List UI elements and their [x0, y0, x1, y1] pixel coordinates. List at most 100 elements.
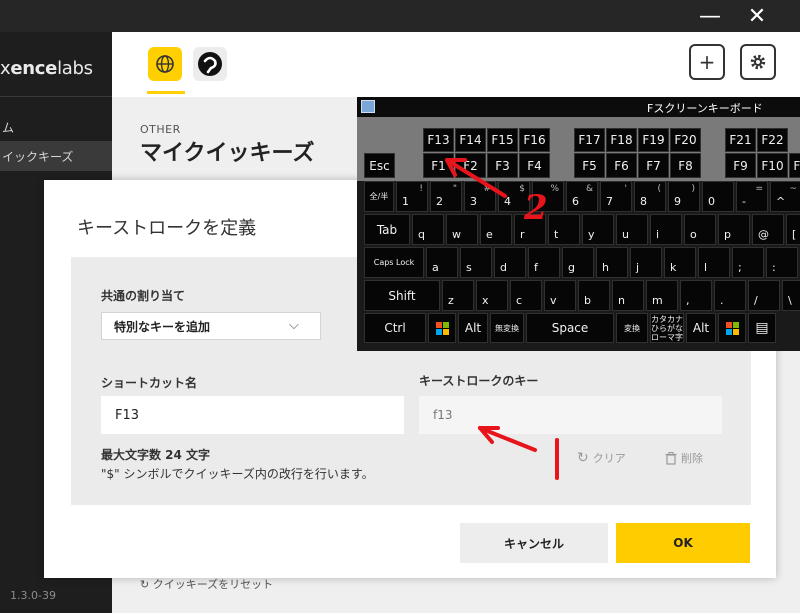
key-f16[interactable]: F16 — [519, 128, 550, 152]
keystroke-input[interactable] — [419, 396, 722, 434]
shortcut-name-input[interactable] — [101, 396, 404, 434]
assign-select[interactable]: 特別なキーを追加 — [101, 312, 321, 340]
key-h[interactable]: h — [596, 247, 628, 278]
key-f2[interactable]: F2 — [455, 153, 486, 178]
key-q[interactable]: q — [412, 214, 444, 245]
key-c[interactable]: c — [510, 280, 542, 311]
key-num-5[interactable]: 5% — [532, 181, 564, 212]
key-num-zenkaku[interactable]: 全/半 — [364, 181, 394, 212]
key-o[interactable]: o — [684, 214, 716, 245]
key-k[interactable]: k — [664, 247, 696, 278]
key-f14[interactable]: F14 — [455, 128, 486, 152]
key-f9[interactable]: F9 — [725, 153, 756, 178]
key-henkan[interactable]: 変換 — [616, 313, 648, 343]
key-symbol[interactable]: . — [714, 280, 746, 311]
app-globe-button[interactable] — [148, 47, 182, 81]
key-ctrl[interactable]: Ctrl — [364, 313, 426, 343]
key-f22[interactable]: F22 — [757, 128, 788, 152]
key-menu[interactable]: ▤ — [748, 313, 776, 343]
add-button[interactable]: + — [689, 44, 725, 80]
key-f4[interactable]: F4 — [519, 153, 550, 178]
key-w[interactable]: w — [446, 214, 478, 245]
key-num-0[interactable]: 0 — [702, 181, 734, 212]
key-symbol[interactable]: / — [748, 280, 780, 311]
key-space[interactable]: Space — [526, 313, 614, 343]
key-esc[interactable]: Esc — [364, 153, 395, 178]
key-tab[interactable]: Tab — [364, 214, 410, 245]
key-n[interactable]: n — [612, 280, 644, 311]
key-v[interactable]: v — [544, 280, 576, 311]
key-caps-lock[interactable]: Caps Lock — [364, 247, 424, 278]
clear-button[interactable]: ↻ クリア — [577, 450, 626, 466]
key-f6[interactable]: F6 — [606, 153, 637, 178]
key-f[interactable]: f — [528, 247, 560, 278]
key-z[interactable]: z — [442, 280, 474, 311]
key-d[interactable]: d — [494, 247, 526, 278]
key-e[interactable]: e — [480, 214, 512, 245]
minimize-button[interactable]: — — [690, 0, 730, 32]
key-num-6[interactable]: 6 & — [566, 181, 598, 212]
key-p[interactable]: p — [718, 214, 750, 245]
sidebar-item-quick-keys[interactable]: イックキーズ — [0, 141, 112, 171]
key-num-2[interactable]: 2 " — [430, 181, 462, 212]
key-windows[interactable] — [428, 313, 456, 343]
app-clip-studio-button[interactable] — [193, 47, 227, 81]
key-m[interactable]: m — [646, 280, 678, 311]
key-f21[interactable]: F21 — [725, 128, 756, 152]
key-f3[interactable]: F3 — [487, 153, 518, 178]
key-s[interactable]: s — [460, 247, 492, 278]
key-f13[interactable]: F13 — [423, 128, 454, 152]
clip-studio-icon — [198, 52, 222, 76]
key-g[interactable]: g — [562, 247, 594, 278]
close-button[interactable]: ✕ — [737, 0, 777, 32]
key-f15[interactable]: F15 — [487, 128, 518, 152]
key-f5[interactable]: F5 — [574, 153, 605, 178]
key-muhenkan[interactable]: 無変換 — [490, 313, 524, 343]
key-f1[interactable]: F1 — [423, 153, 454, 178]
key-f17[interactable]: F17 — [574, 128, 605, 152]
sidebar-item-home[interactable]: ム — [0, 112, 112, 142]
ok-button[interactable]: OK — [616, 523, 750, 563]
key-alt-right[interactable]: Alt — [686, 313, 716, 343]
key-num-1[interactable]: 1! — [396, 181, 428, 212]
key-num-symbol[interactable]: ^ ~ — [770, 181, 800, 212]
key-f11[interactable]: F11 — [789, 153, 800, 178]
key-f18[interactable]: F18 — [606, 128, 637, 152]
key-num-symbol[interactable]: - = — [736, 181, 768, 212]
key-a[interactable]: a — [426, 247, 458, 278]
reset-quick-keys-link[interactable]: ↻ クイッキーズをリセット — [140, 576, 273, 592]
keyboard-title: Fスクリーンキーボード — [647, 102, 763, 115]
key-kana[interactable]: カタカナ ひらがな ローマ字 — [650, 313, 684, 343]
key-u[interactable]: u — [616, 214, 648, 245]
key-t[interactable]: t — [548, 214, 580, 245]
settings-button[interactable] — [740, 44, 776, 80]
key-symbol[interactable]: \ — [782, 280, 800, 311]
key-num-8[interactable]: 8( — [634, 181, 666, 212]
key-num-3[interactable]: 3 # — [464, 181, 496, 212]
cancel-button[interactable]: キャンセル — [460, 523, 608, 563]
key-symbol[interactable]: , — [680, 280, 712, 311]
key-num-7[interactable]: 7 ' — [600, 181, 632, 212]
key-alt-left[interactable]: Alt — [458, 313, 488, 343]
key-num-9[interactable]: 9) — [668, 181, 700, 212]
key-f8[interactable]: F8 — [670, 153, 701, 178]
key-symbol[interactable]: @ — [752, 214, 784, 245]
key-symbol[interactable]: ; — [732, 247, 764, 278]
key-windows-right[interactable] — [718, 313, 746, 343]
key-f20[interactable]: F20 — [670, 128, 701, 152]
delete-button[interactable]: 削除 — [665, 450, 703, 466]
key-symbol[interactable]: : — [766, 247, 798, 278]
key-f7[interactable]: F7 — [638, 153, 669, 178]
key-f10[interactable]: F10 — [757, 153, 788, 178]
key-b[interactable]: b — [578, 280, 610, 311]
key-symbol[interactable]: [ — [786, 214, 800, 245]
key-r[interactable]: r — [514, 214, 546, 245]
key-x[interactable]: x — [476, 280, 508, 311]
key-j[interactable]: j — [630, 247, 662, 278]
key-f19[interactable]: F19 — [638, 128, 669, 152]
key-i[interactable]: i — [650, 214, 682, 245]
key-y[interactable]: y — [582, 214, 614, 245]
key-shift[interactable]: Shift — [364, 280, 440, 311]
key-l[interactable]: l — [698, 247, 730, 278]
key-num-4[interactable]: 4 $ — [498, 181, 530, 212]
